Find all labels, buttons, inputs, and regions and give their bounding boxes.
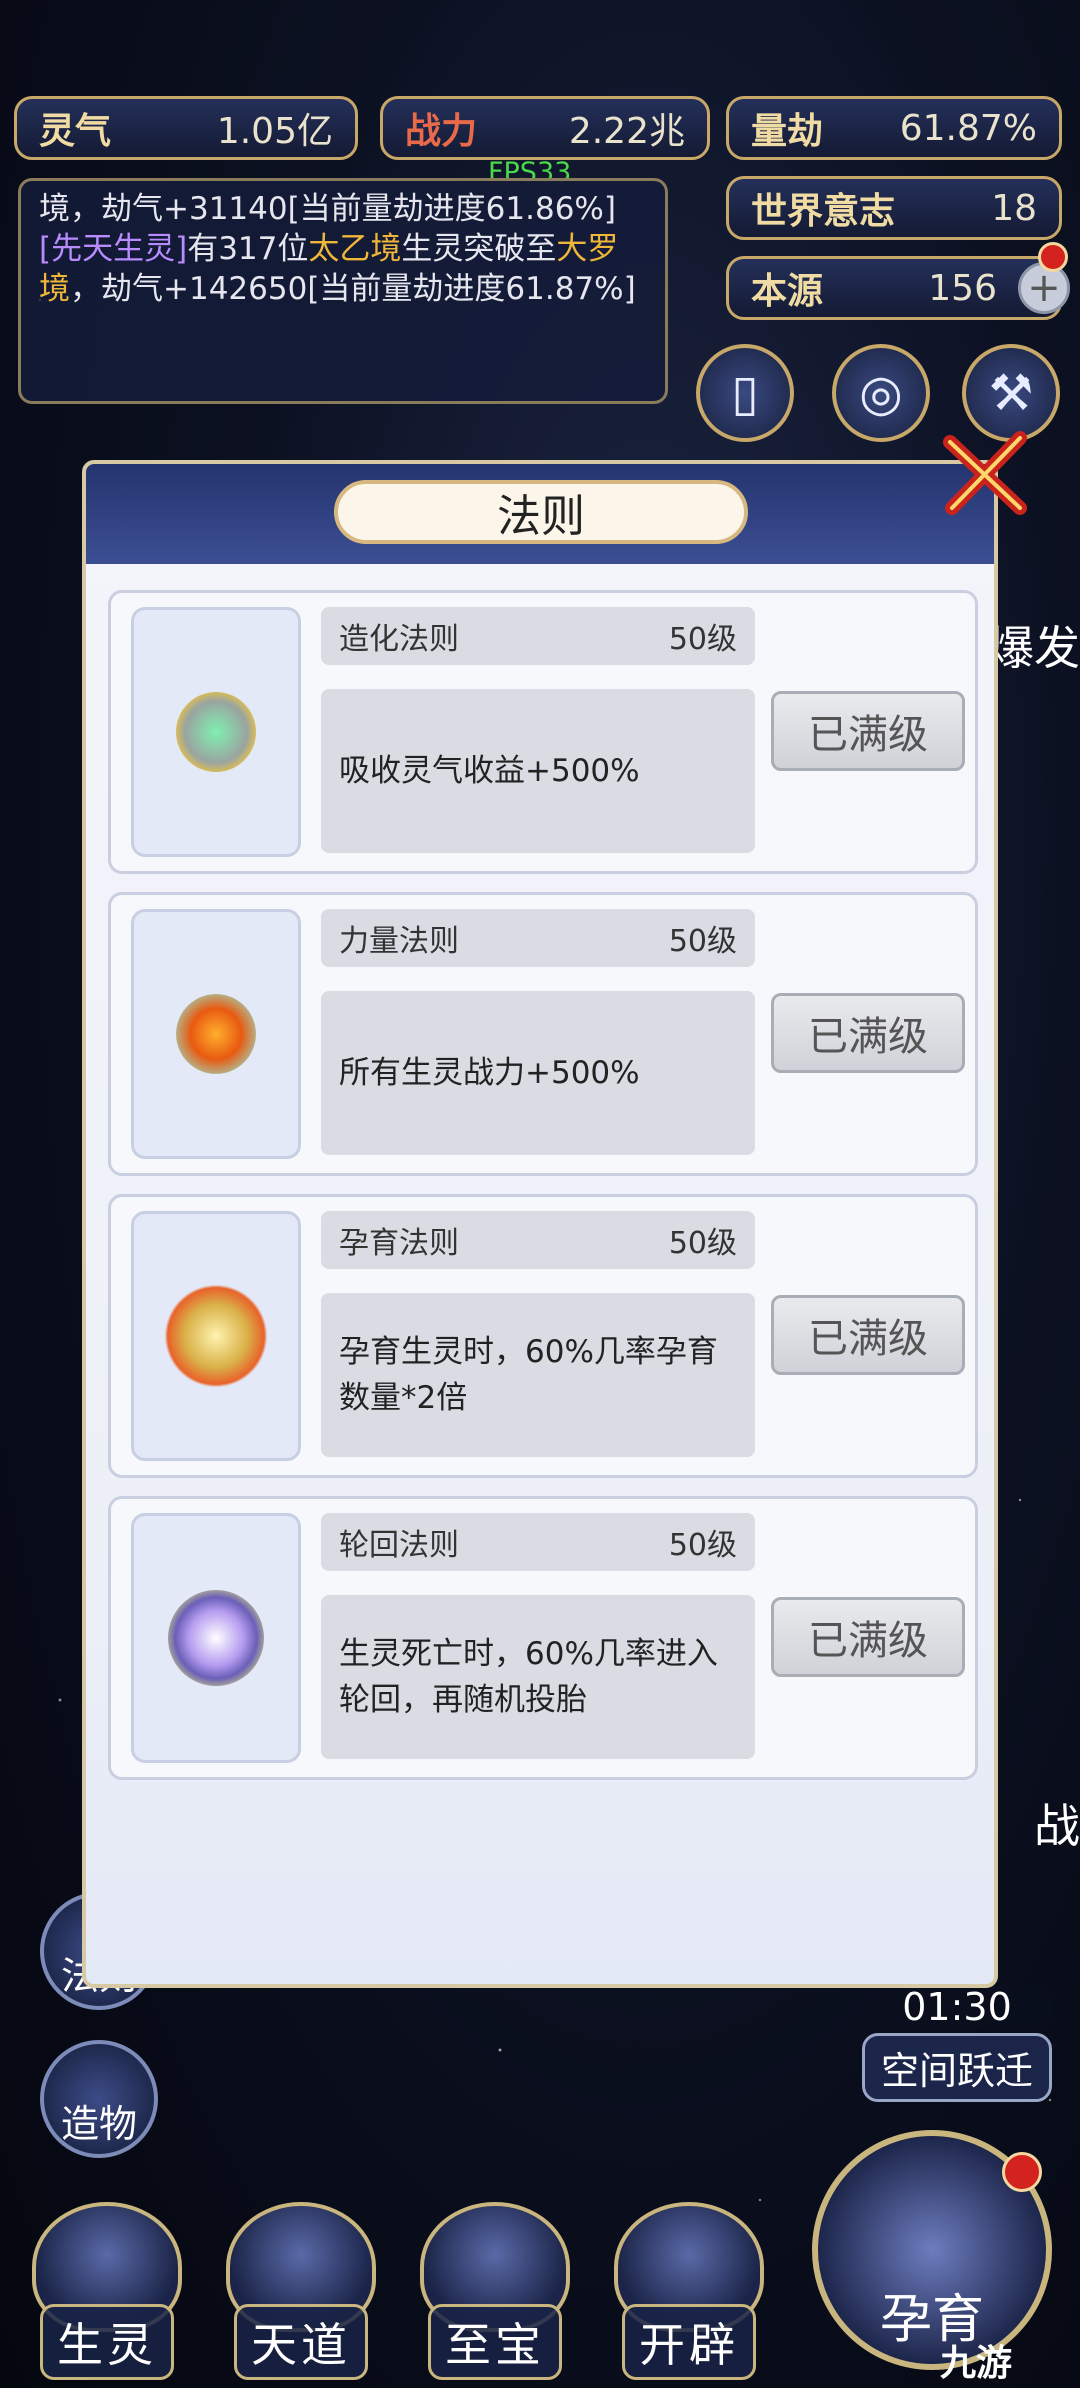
space-jump-label: 空间跃迁 [862,2033,1052,2102]
shijie-value: 18 [991,187,1037,229]
law-name-bar: 轮回法则 50级 [321,1513,755,1571]
law-card: 造化法则 50级 吸收灵气收益+500% 已满级 [108,590,978,874]
watermark: 九游 [940,2343,1013,2384]
lingqi-label: 灵气 [39,110,112,152]
benyuan-stat[interactable]: 本源 156 [726,256,1062,320]
law-description: 吸收灵气收益+500% [321,689,755,853]
lunhui-law-image [131,1513,301,1763]
bottom-shengling-button[interactable]: 生灵 [18,2195,196,2380]
max-level-button[interactable]: 已满级 [771,1597,965,1677]
card-icon[interactable]: ▯ [696,344,794,442]
zaowu-side-button[interactable]: 造物 [40,2040,158,2158]
law-description: 所有生灵战力+500% [321,991,755,1155]
zhan-label[interactable]: 战 [1034,1790,1080,1856]
timer-value: 01:30 [862,1985,1052,2029]
notification-dot-icon [1038,242,1068,272]
law-panel: 法则 造化法则 50级 吸收灵气收益+500% 已满级 力量法则 50级 所有生灵战… [82,460,998,1988]
zaohua-law-image [131,607,301,857]
benyuan-label: 本源 [751,270,824,312]
shijie-yizhi-stat[interactable]: 世界意志 18 [726,176,1062,240]
law-card: 力量法则 50级 所有生灵战力+500% 已满级 [108,892,978,1176]
benyuan-add-icon[interactable]: + [1018,262,1070,314]
zhanli-stat: 战力 2.22兆 [380,96,710,160]
law-description: 孕育生灵时，60%几率孕育数量*2倍 [321,1293,755,1457]
max-level-button[interactable]: 已满级 [771,1295,965,1375]
liangjie-stat[interactable]: 量劫 61.87% [726,96,1062,160]
benyuan-value: 156 [928,267,997,309]
shijie-label: 世界意志 [751,190,896,232]
log-line: [先天生灵]有317位太乙境生灵突破至大罗境，劫气+142650[当前量劫进度6… [39,231,636,307]
yunyu-law-image [131,1211,301,1461]
bottom-zhibao-button[interactable]: 至宝 [406,2195,584,2380]
liliang-law-image [131,909,301,1159]
bottom-kaipi-button[interactable]: 开辟 [600,2195,778,2380]
close-icon[interactable] [940,428,1030,518]
law-name-bar: 孕育法则 50级 [321,1211,755,1269]
max-level-button[interactable]: 已满级 [771,691,965,771]
log-line: 境，劫气+31140[当前量劫进度61.86%] [39,191,616,227]
liangjie-label: 量劫 [751,110,824,152]
law-card: 孕育法则 50级 孕育生灵时，60%几率孕育数量*2倍 已满级 [108,1194,978,1478]
yunyu-alert-dot-icon [1002,2152,1042,2192]
swirl-icon[interactable]: ◎ [832,344,930,442]
panel-title: 法则 [334,480,748,544]
law-name-bar: 力量法则 50级 [321,909,755,967]
liangjie-value: 61.87% [899,107,1037,149]
space-jump-timer[interactable]: 01:30 空间跃迁 [862,1985,1052,2102]
law-name-bar: 造化法则 50级 [321,607,755,665]
event-log: 境，劫气+31140[当前量劫进度61.86%] [先天生灵]有317位太乙境生… [18,178,668,404]
law-card: 轮回法则 50级 生灵死亡时，60%几率进入轮回，再随机投胎 已满级 [108,1496,978,1780]
panel-header: 法则 [86,464,994,564]
zhanli-value: 2.22兆 [568,111,685,152]
law-description: 生灵死亡时，60%几率进入轮回，再随机投胎 [321,1595,755,1759]
bottom-tiandao-button[interactable]: 天道 [212,2195,390,2380]
max-level-button[interactable]: 已满级 [771,993,965,1073]
lingqi-value: 1.05亿 [216,111,333,152]
zhanli-label: 战力 [405,110,478,152]
baofa-label[interactable]: 爆发 [988,612,1080,678]
lingqi-stat: 灵气 1.05亿 [14,96,358,160]
